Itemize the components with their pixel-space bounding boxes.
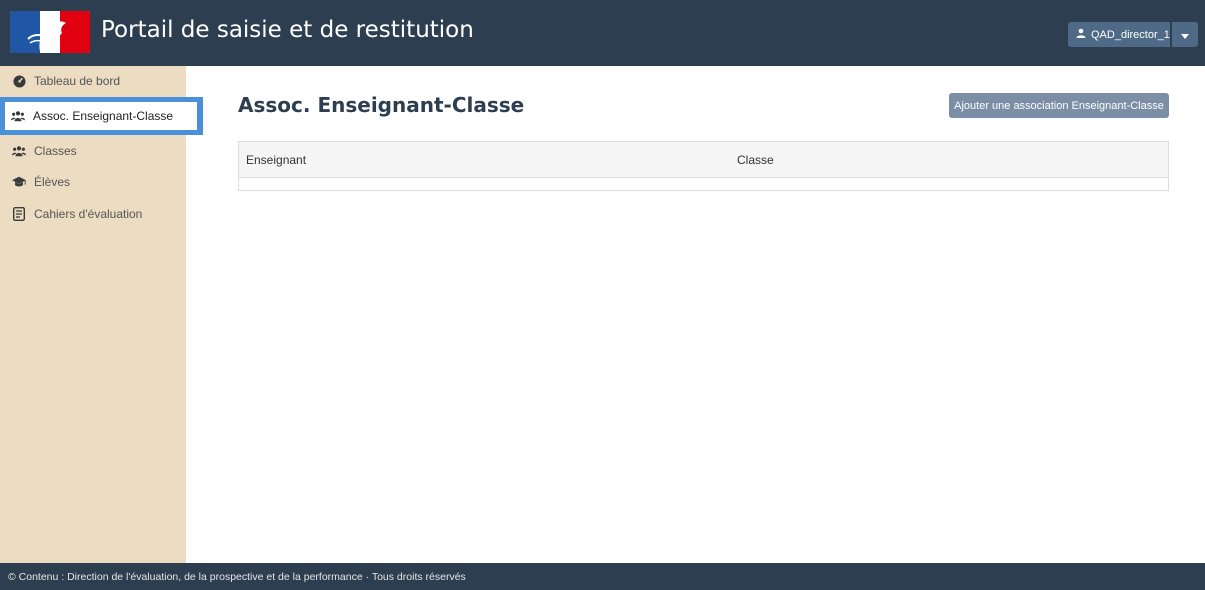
page-footer: © Contenu : Direction de l'évaluation, d… <box>0 563 1205 590</box>
association-table: Enseignant Classe <box>238 141 1169 191</box>
notebook-icon <box>12 207 26 221</box>
top-header: Portail de saisie et de restitution QAD_… <box>0 0 1205 66</box>
sidebar-item-label: Cahiers d'évaluation <box>34 207 143 221</box>
column-header-classe[interactable]: Classe <box>737 153 774 167</box>
table-header-row: Enseignant Classe <box>239 142 1168 178</box>
user-icon <box>1076 28 1086 41</box>
page-title: Assoc. Enseignant-Classe <box>238 93 525 117</box>
add-association-button[interactable]: Ajouter une association Enseignant-Class… <box>949 93 1169 118</box>
marianne-logo[interactable] <box>10 11 90 53</box>
users-icon <box>12 144 26 158</box>
user-name: QAD_director_1 <box>1091 28 1170 41</box>
graduation-cap-icon <box>12 175 26 189</box>
marianne-profile-icon <box>27 21 66 51</box>
sidebar-item-tableau-de-bord[interactable]: Tableau de bord <box>0 66 186 96</box>
sidebar-item-cahiers-evaluation[interactable]: Cahiers d'évaluation <box>0 199 186 229</box>
dashboard-icon <box>12 74 26 88</box>
user-menu-caret[interactable] <box>1172 22 1198 47</box>
sidebar-item-label: Tableau de bord <box>34 74 121 88</box>
caret-down-icon <box>1181 26 1189 44</box>
sidebar-item-assoc-enseignant-classe[interactable]: Assoc. Enseignant-Classe <box>0 97 203 135</box>
column-header-enseignant[interactable]: Enseignant <box>246 153 306 167</box>
sidebar-item-label: Assoc. Enseignant-Classe <box>33 109 174 123</box>
app-title: Portail de saisie et de restitution <box>101 17 474 43</box>
sidebar-item-classes[interactable]: Classes <box>0 136 186 166</box>
sidebar-item-label: Classes <box>34 144 77 158</box>
sidebar-item-active-inner: Assoc. Enseignant-Classe <box>5 102 197 130</box>
app-root: Portail de saisie et de restitution QAD_… <box>0 0 1205 590</box>
sidebar-item-label: Élèves <box>34 175 71 189</box>
sidebar-item-eleves[interactable]: Élèves <box>0 167 186 197</box>
users-icon <box>11 109 25 123</box>
user-menu-button[interactable]: QAD_director_1 <box>1068 22 1170 47</box>
